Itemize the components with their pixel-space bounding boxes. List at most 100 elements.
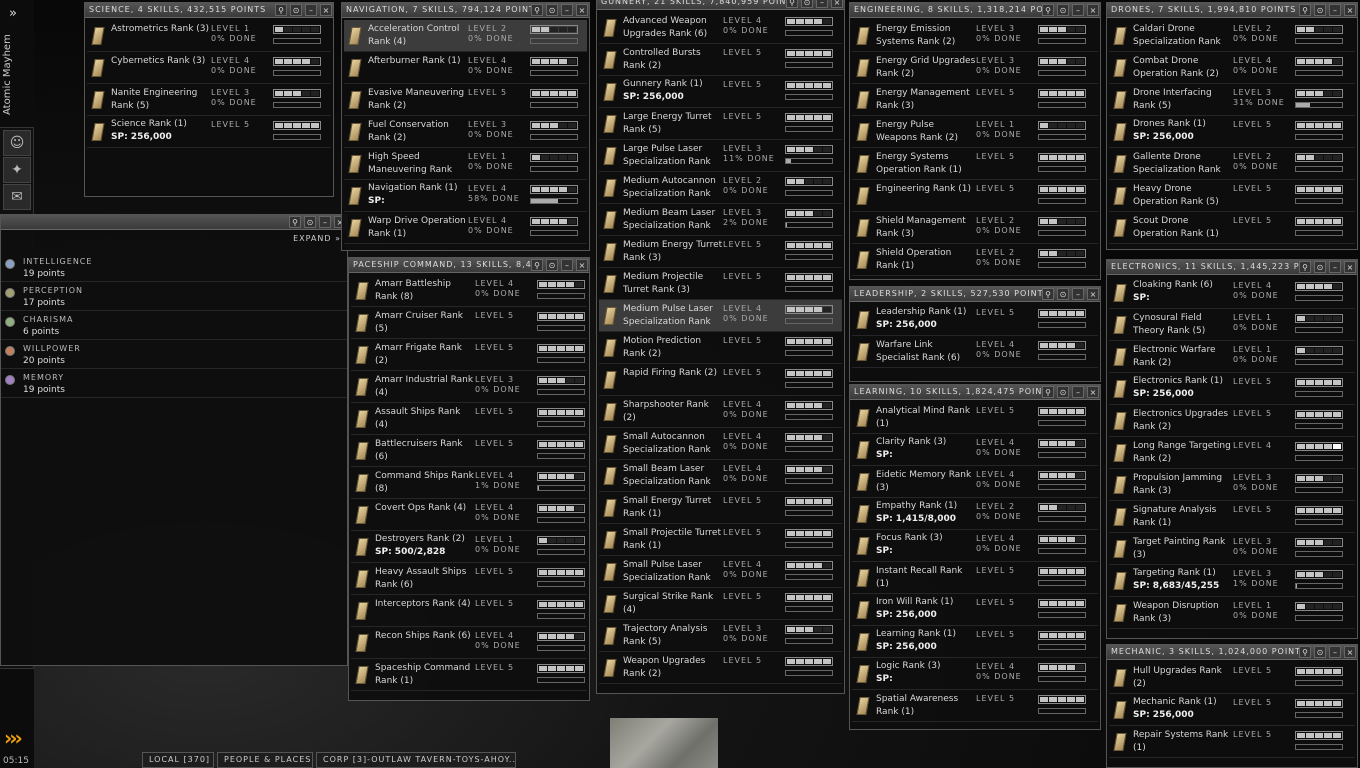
skill-row[interactable]: Gallente Drone Specialization Rank LEVEL…	[1109, 148, 1355, 180]
pin-icon[interactable]: ⚲	[531, 4, 543, 16]
skill-row[interactable]: Small Energy Turret Rank (1) LEVEL 5	[599, 492, 842, 524]
settings-icon[interactable]: ⊙	[1057, 288, 1069, 300]
settings-icon[interactable]: ⊙	[290, 4, 302, 16]
skill-row[interactable]: Small Autocannon Specialization Rank LEV…	[599, 428, 842, 460]
skill-row[interactable]: Amarr Industrial Rank (4) LEVEL 3 0% DON…	[351, 371, 587, 403]
skill-row[interactable]: Science Rank (1) SP: 256,000 LEVEL 5	[87, 116, 331, 148]
skill-row[interactable]: Small Beam Laser Specialization Rank LEV…	[599, 460, 842, 492]
skill-row[interactable]: Logic Rank (3) SP: LEVEL 4 0% DONE	[852, 658, 1098, 690]
close-icon[interactable]: ×	[831, 0, 843, 8]
skill-row[interactable]: Interceptors Rank (4) LEVEL 5	[351, 595, 587, 627]
skill-row[interactable]: Leadership Rank (1) SP: 256,000 LEVEL 5	[852, 304, 1098, 336]
skill-row[interactable]: Motion Prediction Rank (2) LEVEL 5	[599, 332, 842, 364]
chat-tab-corp[interactable]: CORP [3]-OUTLAW TAVERN-TOYS-AHOY...	[316, 752, 516, 768]
settings-icon[interactable]: ⊙	[1057, 386, 1069, 398]
skill-row[interactable]: Small Pulse Laser Specialization Rank LE…	[599, 556, 842, 588]
minimize-icon[interactable]: –	[1329, 4, 1341, 16]
skill-row[interactable]: Analytical Mind Rank (1) LEVEL 5	[852, 402, 1098, 434]
pin-icon[interactable]: ⚲	[1042, 386, 1054, 398]
skill-row[interactable]: Shield Management Rank (3) LEVEL 2 0% DO…	[852, 212, 1098, 244]
skill-row[interactable]: Targeting Rank (1) SP: 8,683/45,255 LEVE…	[1109, 565, 1355, 597]
close-icon[interactable]: ×	[1087, 4, 1099, 16]
skill-row[interactable]: Sharpshooter Rank (2) LEVEL 4 0% DONE	[599, 396, 842, 428]
skill-row[interactable]: Eidetic Memory Rank (3) LEVEL 4 0% DONE	[852, 466, 1098, 498]
skill-row[interactable]: Electronics Rank (1) SP: 256,000 LEVEL 5	[1109, 373, 1355, 405]
skill-row[interactable]: Drone Interfacing Rank (5) LEVEL 3 31% D…	[1109, 84, 1355, 116]
skill-row[interactable]: Spaceship Command Rank (1) LEVEL 5	[351, 659, 587, 691]
mail-icon[interactable]: ✉	[3, 184, 31, 210]
skill-row[interactable]: Learning Rank (1) SP: 256,000 LEVEL 5	[852, 626, 1098, 658]
skill-row[interactable]: Destroyers Rank (2) SP: 500/2,828 LEVEL …	[351, 531, 587, 563]
settings-icon[interactable]: ⊙	[801, 0, 813, 8]
skill-row[interactable]: Energy Grid Upgrades Rank (2) LEVEL 3 0%…	[852, 52, 1098, 84]
expand-button[interactable]: EXPAND »	[293, 234, 341, 243]
minimize-icon[interactable]: –	[1072, 386, 1084, 398]
skill-row[interactable]: High Speed Maneuvering Rank LEVEL 1 0% D…	[344, 148, 587, 180]
skill-row[interactable]: Drones Rank (1) SP: 256,000 LEVEL 5	[1109, 116, 1355, 148]
skill-row[interactable]: Propulsion Jamming Rank (3) LEVEL 3 0% D…	[1109, 469, 1355, 501]
skill-row[interactable]: Long Range Targeting Rank (2) LEVEL 4	[1109, 437, 1355, 469]
skill-row[interactable]: Energy Pulse Weapons Rank (2) LEVEL 1 0%…	[852, 116, 1098, 148]
close-icon[interactable]: ×	[320, 4, 332, 16]
minimize-icon[interactable]: –	[1329, 261, 1341, 273]
skill-row[interactable]: Fuel Conservation Rank (2) LEVEL 3 0% DO…	[344, 116, 587, 148]
skill-row[interactable]: Instant Recall Rank (1) LEVEL 5	[852, 562, 1098, 594]
skill-row[interactable]: Clarity Rank (3) SP: LEVEL 4 0% DONE	[852, 434, 1098, 466]
settings-icon[interactable]: ⊙	[546, 259, 558, 271]
pin-icon[interactable]: ⚲	[531, 259, 543, 271]
skill-row[interactable]: Cynosural Field Theory Rank (5) LEVEL 1 …	[1109, 309, 1355, 341]
skill-row[interactable]: Signature Analysis Rank (1) LEVEL 5	[1109, 501, 1355, 533]
skill-row[interactable]: Empathy Rank (1) SP: 1,415/8,000 LEVEL 2…	[852, 498, 1098, 530]
close-icon[interactable]: ×	[1344, 4, 1356, 16]
skill-row[interactable]: Battlecruisers Rank (6) LEVEL 5	[351, 435, 587, 467]
minimize-icon[interactable]: –	[561, 259, 573, 271]
skill-row[interactable]: Caldari Drone Specialization Rank LEVEL …	[1109, 20, 1355, 52]
settings-icon[interactable]: ⊙	[546, 4, 558, 16]
minimize-icon[interactable]: –	[561, 4, 573, 16]
settings-icon[interactable]: ⊙	[304, 216, 316, 228]
skill-row[interactable]: Energy Emission Systems Rank (2) LEVEL 3…	[852, 20, 1098, 52]
skill-row[interactable]: Navigation Rank (1) SP: LEVEL 4 58% DONE	[344, 180, 587, 212]
skill-row[interactable]: Weapon Upgrades Rank (2) LEVEL 5	[599, 652, 842, 684]
skill-row[interactable]: Repair Systems Rank (1) LEVEL 5	[1109, 726, 1355, 758]
minimize-icon[interactable]: –	[1072, 4, 1084, 16]
close-icon[interactable]: ×	[1344, 261, 1356, 273]
skill-row[interactable]: Combat Drone Operation Rank (2) LEVEL 4 …	[1109, 52, 1355, 84]
pin-icon[interactable]: ⚲	[289, 216, 301, 228]
chat-tab-people-places[interactable]: PEOPLE & PLACES	[217, 752, 313, 768]
skill-row[interactable]: Assault Ships Rank (4) LEVEL 5	[351, 403, 587, 435]
skill-row[interactable]: Medium Projectile Turret Rank (3) LEVEL …	[599, 268, 842, 300]
skill-row[interactable]: Amarr Cruiser Rank (5) LEVEL 5	[351, 307, 587, 339]
skill-row[interactable]: Nanite Engineering Rank (5) LEVEL 3 0% D…	[87, 84, 331, 116]
close-icon[interactable]: ×	[576, 259, 588, 271]
minimize-icon[interactable]: –	[1072, 288, 1084, 300]
skill-row[interactable]: Cloaking Rank (6) SP: LEVEL 4 0% DONE	[1109, 277, 1355, 309]
pin-icon[interactable]: ⚲	[275, 4, 287, 16]
pin-icon[interactable]: ⚲	[1299, 646, 1311, 658]
skill-row[interactable]: Astrometrics Rank (3) LEVEL 1 0% DONE	[87, 20, 331, 52]
settings-icon[interactable]: ⊙	[1314, 4, 1326, 16]
minimize-icon[interactable]: –	[305, 4, 317, 16]
skill-row[interactable]: Warp Drive Operation Rank (1) LEVEL 4 0%…	[344, 212, 587, 244]
portrait-icon[interactable]: ☺	[3, 130, 31, 156]
skill-row[interactable]: Heavy Drone Operation Rank (5) LEVEL 5	[1109, 180, 1355, 212]
minimize-icon[interactable]: –	[1329, 646, 1341, 658]
skill-row[interactable]: Engineering Rank (1) LEVEL 5	[852, 180, 1098, 212]
close-icon[interactable]: ×	[1087, 386, 1099, 398]
settings-icon[interactable]: ⊙	[1314, 646, 1326, 658]
skill-row[interactable]: Iron Will Rank (1) SP: 256,000 LEVEL 5	[852, 594, 1098, 626]
skill-row[interactable]: Advanced Weapon Upgrades Rank (6) LEVEL …	[599, 12, 842, 44]
skill-row[interactable]: Weapon Disruption Rank (3) LEVEL 1 0% DO…	[1109, 597, 1355, 629]
neocom-menu-chevron-icon[interactable]: ›››	[4, 726, 23, 750]
minimize-icon[interactable]: –	[319, 216, 331, 228]
pin-icon[interactable]: ⚲	[1299, 261, 1311, 273]
skill-row[interactable]: Hull Upgrades Rank (2) LEVEL 5	[1109, 662, 1355, 694]
close-icon[interactable]: ×	[1344, 646, 1356, 658]
skill-row[interactable]: Cybernetics Rank (3) LEVEL 4 0% DONE	[87, 52, 331, 84]
skill-row[interactable]: Energy Systems Operation Rank (1) LEVEL …	[852, 148, 1098, 180]
close-icon[interactable]: ×	[576, 4, 588, 16]
skill-row[interactable]: Small Projectile Turret Rank (1) LEVEL 5	[599, 524, 842, 556]
skill-row[interactable]: Large Energy Turret Rank (5) LEVEL 5	[599, 108, 842, 140]
minimize-icon[interactable]: –	[816, 0, 828, 8]
skill-row[interactable]: Rapid Firing Rank (2) LEVEL 5	[599, 364, 842, 396]
